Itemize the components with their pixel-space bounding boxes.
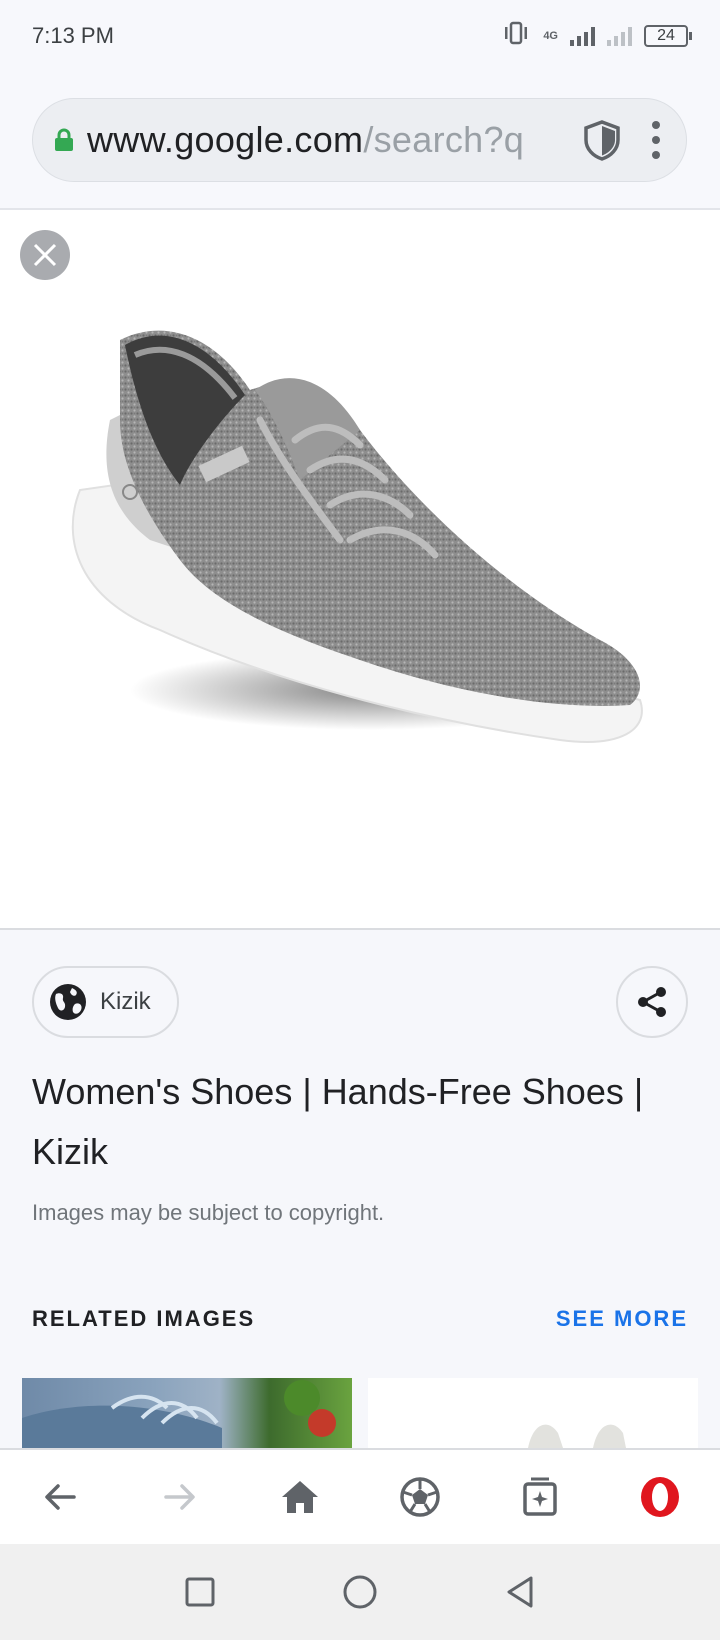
image-info-panel: Kizik Women's Shoes | Hands-Free Shoes |…: [0, 928, 720, 1448]
url-text[interactable]: www.google.com/search?q: [87, 119, 570, 161]
recents-button[interactable]: [176, 1568, 224, 1616]
back-icon: [45, 1484, 76, 1510]
square-icon: [185, 1577, 215, 1607]
home-nav-button[interactable]: [336, 1568, 384, 1616]
signal-icon: [570, 26, 595, 46]
battery-icon: 24: [644, 25, 692, 47]
related-image-thumbnail[interactable]: [22, 1378, 352, 1448]
home-icon: [282, 1481, 318, 1513]
status-icons: 4G 24: [501, 21, 692, 51]
home-button[interactable]: [270, 1467, 330, 1527]
close-button[interactable]: [20, 230, 70, 280]
screen: 7:13 PM 4G 24 www.google.com/search?q Ki…: [0, 0, 720, 1640]
related-image-thumbnail[interactable]: [368, 1378, 698, 1448]
browser-toolbar: [0, 1448, 720, 1544]
status-bar: 7:13 PM 4G 24: [0, 0, 720, 72]
globe-icon: [50, 984, 86, 1020]
soccer-ball-icon: [400, 1477, 440, 1517]
system-navigation-bar: [0, 1544, 720, 1640]
triangle-back-icon: [507, 1576, 533, 1608]
share-button[interactable]: [616, 966, 688, 1038]
tabs-button[interactable]: [510, 1467, 570, 1527]
back-nav-button[interactable]: [496, 1568, 544, 1616]
copyright-note: Images may be subject to copyright.: [32, 1200, 385, 1225]
opera-menu-button[interactable]: [630, 1467, 690, 1527]
circle-icon: [343, 1575, 377, 1609]
menu-icon[interactable]: [646, 118, 666, 162]
url-path: /search?q: [363, 119, 525, 160]
forward-icon: [164, 1484, 195, 1510]
network-type: 4G: [543, 30, 558, 42]
source-name: Kizik: [100, 988, 151, 1015]
vibrate-icon: [501, 21, 531, 51]
share-icon: [638, 987, 666, 1017]
url-host: www.google.com: [87, 119, 364, 160]
vpn-button[interactable]: [390, 1467, 450, 1527]
shoe-image[interactable]: [40, 310, 680, 840]
forward-button[interactable]: [150, 1467, 210, 1527]
close-icon: [33, 243, 57, 267]
signal-2-icon: [607, 26, 632, 46]
tabs-icon: [523, 1477, 557, 1516]
opera-logo-icon: [641, 1477, 679, 1517]
image-viewer: [0, 210, 720, 928]
lock-icon: [51, 127, 77, 153]
status-time: 7:13 PM: [32, 23, 114, 48]
result-title[interactable]: Women's Shoes | Hands-Free Shoes | Kizik: [32, 1062, 672, 1182]
shield-icon[interactable]: [580, 118, 624, 162]
see-more-link[interactable]: SEE MORE: [556, 1306, 688, 1332]
address-bar[interactable]: www.google.com/search?q: [32, 98, 687, 182]
related-images-header: RELATED IMAGES: [32, 1306, 256, 1331]
source-chip[interactable]: Kizik: [32, 966, 179, 1038]
address-bar-area: www.google.com/search?q: [0, 72, 720, 210]
back-button[interactable]: [30, 1467, 90, 1527]
